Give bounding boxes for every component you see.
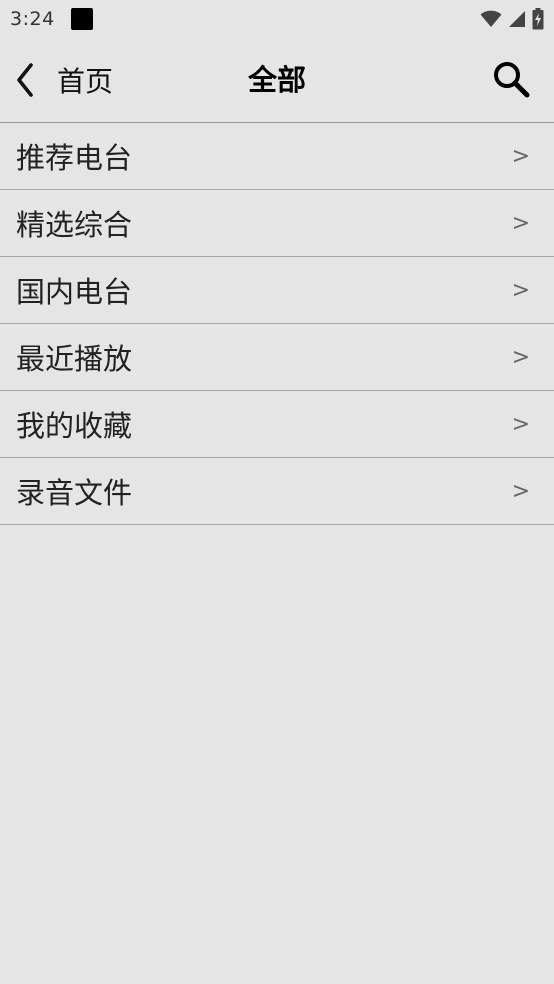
list-item-featured-mix[interactable]: 精选综合 > xyxy=(0,190,554,257)
status-icons xyxy=(480,8,544,30)
list-item-recordings[interactable]: 录音文件 > xyxy=(0,458,554,525)
list-item-my-favorites[interactable]: 我的收藏 > xyxy=(0,391,554,458)
list-item-label: 精选综合 xyxy=(16,208,133,242)
app-header: 首页 全部 xyxy=(0,38,554,123)
status-time: 3:24 xyxy=(10,8,55,30)
list-item-domestic-stations[interactable]: 国内电台 > xyxy=(0,257,554,324)
list-item-label: 最近播放 xyxy=(16,342,133,376)
list-item-recommended-stations[interactable]: 推荐电台 > xyxy=(0,123,554,190)
search-icon xyxy=(494,62,530,98)
chevron-right-icon: > xyxy=(511,411,530,437)
category-list: 推荐电台 > 精选综合 > 国内电台 > 最近播放 > 我的收藏 > 录音文件 … xyxy=(0,123,554,525)
back-button-label: 首页 xyxy=(57,65,114,98)
notification-square-icon xyxy=(70,8,93,30)
list-item-label: 录音文件 xyxy=(16,476,133,510)
search-button[interactable] xyxy=(490,58,534,102)
chevron-left-icon xyxy=(17,63,33,97)
chevron-right-icon: > xyxy=(511,210,530,236)
wifi-icon xyxy=(480,10,502,27)
status-bar: 3:24 xyxy=(0,0,554,38)
list-item-label: 推荐电台 xyxy=(16,141,133,175)
chevron-right-icon: > xyxy=(511,277,530,303)
back-button[interactable]: 首页 xyxy=(0,38,140,122)
list-item-label: 我的收藏 xyxy=(16,409,133,443)
chevron-right-icon: > xyxy=(511,478,530,504)
list-item-recently-played[interactable]: 最近播放 > xyxy=(0,324,554,391)
chevron-right-icon: > xyxy=(511,143,530,169)
list-item-label: 国内电台 xyxy=(16,275,133,309)
chevron-right-icon: > xyxy=(511,344,530,370)
signal-icon xyxy=(509,11,525,27)
battery-charging-icon xyxy=(532,8,544,30)
